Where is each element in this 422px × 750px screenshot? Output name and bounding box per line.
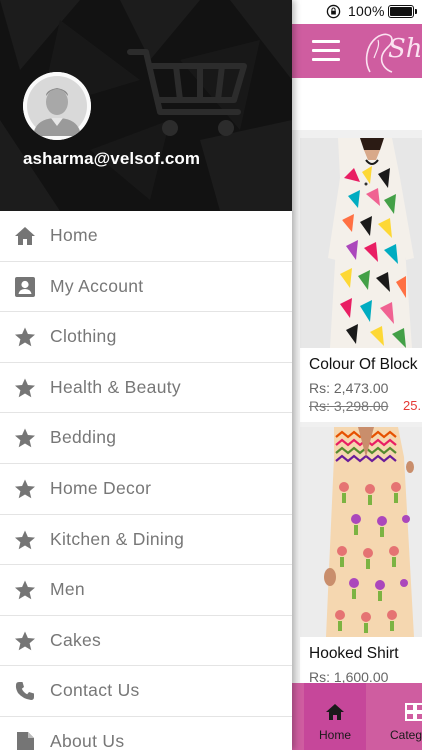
account-box-icon (15, 276, 35, 297)
navigation-drawer: asharma@velsof.com Home My Account Cloth… (0, 0, 292, 750)
battery-icon (388, 5, 417, 18)
app-main: 100% She (292, 0, 422, 750)
product-title: Hooked Shirt (309, 645, 399, 662)
star-icon (15, 378, 35, 397)
brand-logo-text: She (388, 34, 422, 64)
drawer-item-home-decor[interactable]: Home Decor (0, 464, 292, 515)
drawer-item-label: About Us (50, 730, 125, 750)
home-icon (15, 227, 35, 245)
drawer-item-label: Contact Us (50, 680, 140, 701)
user-email: asharma@velsof.com (23, 149, 201, 168)
drawer-item-label: Home Decor (50, 477, 152, 498)
drawer-item-label: Bedding (50, 427, 117, 448)
drawer-item-bedding[interactable]: Bedding (0, 413, 292, 464)
product-image (300, 427, 422, 637)
star-icon (15, 327, 35, 347)
star-icon (15, 631, 35, 650)
drawer-item-about-us[interactable]: About Us (0, 717, 292, 750)
phone-icon (15, 682, 34, 701)
user-avatar-icon (23, 72, 91, 140)
star-icon (15, 428, 35, 448)
document-icon (17, 731, 34, 750)
bottom-nav: Home Categ (292, 683, 422, 750)
drawer-header: asharma@velsof.com (0, 0, 292, 211)
product-title: Colour Of Block (309, 356, 418, 373)
drawer-item-clothing[interactable]: Clothing (0, 312, 292, 363)
hamburger-icon[interactable] (312, 40, 340, 62)
drawer-item-label: Home (50, 225, 98, 245)
drawer-item-health-beauty[interactable]: Health & Beauty (0, 363, 292, 414)
star-icon (15, 479, 35, 499)
star-icon (15, 530, 35, 549)
drawer-item-label: Cakes (50, 629, 102, 650)
drawer-item-kitchen-dining[interactable]: Kitchen & Dining (0, 515, 292, 566)
app-bar: She (292, 24, 422, 78)
bottom-nav-categories-label: Categ (390, 728, 422, 742)
status-bar: 100% (292, 0, 422, 24)
drawer-item-label: Kitchen & Dining (50, 528, 185, 549)
drawer-menu: Home My Account Clothing Health & Beauty… (0, 211, 292, 750)
avatar[interactable] (23, 72, 91, 140)
bottom-nav-home-label: Home (319, 728, 352, 742)
drawer-item-label: Clothing (50, 326, 117, 347)
drawer-item-contact-us[interactable]: Contact Us (0, 666, 292, 717)
drawer-item-men[interactable]: Men (0, 565, 292, 616)
rotation-lock-icon (326, 4, 341, 19)
battery-percent: 100% (348, 3, 385, 19)
drawer-item-my-account[interactable]: My Account (0, 262, 292, 313)
grid-icon[interactable] (405, 703, 422, 721)
product-card[interactable]: Hooked Shirt Rs: 1,600.00 (300, 427, 422, 697)
product-image (300, 138, 422, 348)
drawer-item-label: Health & Beauty (50, 376, 181, 397)
drawer-item-label: My Account (50, 275, 144, 296)
product-old-price: Rs: 3,298.00 (309, 398, 389, 414)
drawer-item-label: Men (50, 579, 85, 600)
drawer-item-cakes[interactable]: Cakes (0, 616, 292, 667)
home-icon (326, 704, 344, 720)
drawer-item-home[interactable]: Home (0, 211, 292, 262)
banner-area (292, 78, 422, 130)
product-discount: 25. (403, 398, 422, 413)
product-price: Rs: 2,473.00 (309, 380, 389, 396)
product-card[interactable]: Colour Of Block Rs: 2,473.00 Rs: 3,298.0… (300, 138, 422, 422)
star-icon (15, 580, 35, 600)
